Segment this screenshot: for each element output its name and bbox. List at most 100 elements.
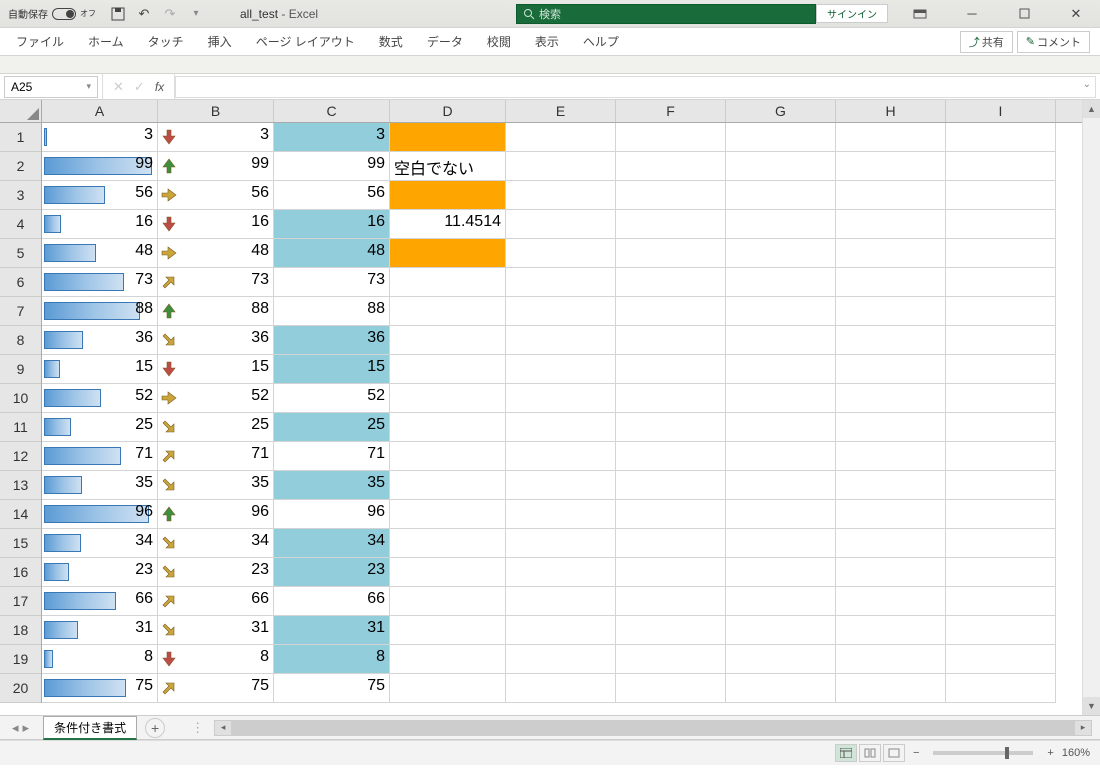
cell[interactable]: 88 <box>42 297 158 326</box>
cell[interactable] <box>616 587 726 616</box>
cell[interactable] <box>506 558 616 587</box>
row-header[interactable]: 2 <box>0 152 41 181</box>
vertical-scrollbar[interactable]: ▲ ▼ <box>1082 100 1100 715</box>
cell[interactable] <box>836 326 946 355</box>
row-header[interactable]: 15 <box>0 529 41 558</box>
cell[interactable] <box>726 500 836 529</box>
cell[interactable] <box>726 239 836 268</box>
zoom-in-icon[interactable]: + <box>1047 747 1053 759</box>
cell[interactable] <box>390 471 506 500</box>
cell[interactable]: 15 <box>274 355 390 384</box>
cell[interactable]: 96 <box>274 500 390 529</box>
cell[interactable] <box>506 587 616 616</box>
cell[interactable] <box>616 384 726 413</box>
cell[interactable] <box>616 239 726 268</box>
minimize-icon[interactable]: ─ <box>952 0 992 28</box>
zoom-slider[interactable] <box>933 751 1033 755</box>
col-header-D[interactable]: D <box>390 100 506 122</box>
row-header[interactable]: 14 <box>0 500 41 529</box>
cell[interactable] <box>946 645 1056 674</box>
cell[interactable] <box>506 123 616 152</box>
cell[interactable] <box>836 210 946 239</box>
zoom-level[interactable]: 160% <box>1062 747 1090 759</box>
cell[interactable] <box>390 123 506 152</box>
cell[interactable]: 23 <box>42 558 158 587</box>
cell[interactable] <box>390 384 506 413</box>
cell[interactable] <box>946 529 1056 558</box>
cell[interactable]: 34 <box>274 529 390 558</box>
cell[interactable] <box>616 500 726 529</box>
cell[interactable] <box>390 529 506 558</box>
cell[interactable] <box>946 616 1056 645</box>
cell[interactable]: 35 <box>158 471 274 500</box>
cell[interactable] <box>506 674 616 703</box>
cell[interactable] <box>390 587 506 616</box>
cell[interactable] <box>616 181 726 210</box>
sheet-nav[interactable]: ◂▸ <box>0 720 41 736</box>
cell[interactable] <box>616 616 726 645</box>
cell[interactable] <box>946 152 1056 181</box>
cell[interactable]: 75 <box>274 674 390 703</box>
cell[interactable] <box>506 500 616 529</box>
cell[interactable]: 88 <box>274 297 390 326</box>
cell[interactable] <box>726 645 836 674</box>
cell[interactable] <box>506 297 616 326</box>
cell[interactable]: 34 <box>158 529 274 558</box>
tab-home[interactable]: ホーム <box>76 29 136 54</box>
cell[interactable] <box>836 645 946 674</box>
cell[interactable]: 96 <box>42 500 158 529</box>
cell[interactable] <box>946 239 1056 268</box>
cell[interactable]: 16 <box>42 210 158 239</box>
row-header[interactable]: 17 <box>0 587 41 616</box>
col-header-A[interactable]: A <box>42 100 158 122</box>
cell[interactable]: 71 <box>42 442 158 471</box>
cell[interactable] <box>836 239 946 268</box>
cell[interactable] <box>836 442 946 471</box>
cell[interactable]: 73 <box>158 268 274 297</box>
cell[interactable] <box>506 239 616 268</box>
cell[interactable] <box>506 210 616 239</box>
col-header-E[interactable]: E <box>506 100 616 122</box>
cell[interactable] <box>616 558 726 587</box>
cell[interactable] <box>946 413 1056 442</box>
cell[interactable]: 36 <box>158 326 274 355</box>
sheet-tab-active[interactable]: 条件付き書式 <box>43 716 137 740</box>
tab-review[interactable]: 校閲 <box>475 29 523 54</box>
tab-view[interactable]: 表示 <box>523 29 571 54</box>
cell[interactable]: 48 <box>42 239 158 268</box>
cell[interactable]: 88 <box>158 297 274 326</box>
cell[interactable]: 99 <box>42 152 158 181</box>
scroll-up-icon[interactable]: ▲ <box>1083 100 1100 118</box>
scroll-right-icon[interactable]: ▸ <box>1075 721 1091 735</box>
cell[interactable] <box>946 442 1056 471</box>
col-header-F[interactable]: F <box>616 100 726 122</box>
cell[interactable] <box>946 384 1056 413</box>
cell[interactable] <box>506 645 616 674</box>
cell[interactable] <box>616 297 726 326</box>
cell[interactable]: 66 <box>158 587 274 616</box>
scroll-down-icon[interactable]: ▼ <box>1083 697 1100 715</box>
cell[interactable] <box>946 558 1056 587</box>
row-header[interactable]: 6 <box>0 268 41 297</box>
row-header[interactable]: 9 <box>0 355 41 384</box>
cell[interactable]: 15 <box>158 355 274 384</box>
cell[interactable] <box>506 326 616 355</box>
cell[interactable]: 16 <box>274 210 390 239</box>
cell[interactable] <box>836 500 946 529</box>
cell[interactable]: 56 <box>158 181 274 210</box>
cell[interactable]: 99 <box>274 152 390 181</box>
cell[interactable] <box>726 268 836 297</box>
col-header-C[interactable]: C <box>274 100 390 122</box>
formula-input[interactable] <box>175 76 1096 98</box>
tab-pagelayout[interactable]: ページ レイアウト <box>244 29 367 54</box>
cell[interactable] <box>616 529 726 558</box>
cell[interactable] <box>506 471 616 500</box>
cell[interactable]: 71 <box>274 442 390 471</box>
cell[interactable]: 36 <box>274 326 390 355</box>
cell[interactable] <box>726 616 836 645</box>
cell[interactable] <box>390 413 506 442</box>
cell[interactable]: 75 <box>42 674 158 703</box>
cell[interactable] <box>726 413 836 442</box>
cell[interactable]: 48 <box>274 239 390 268</box>
cell[interactable] <box>616 268 726 297</box>
